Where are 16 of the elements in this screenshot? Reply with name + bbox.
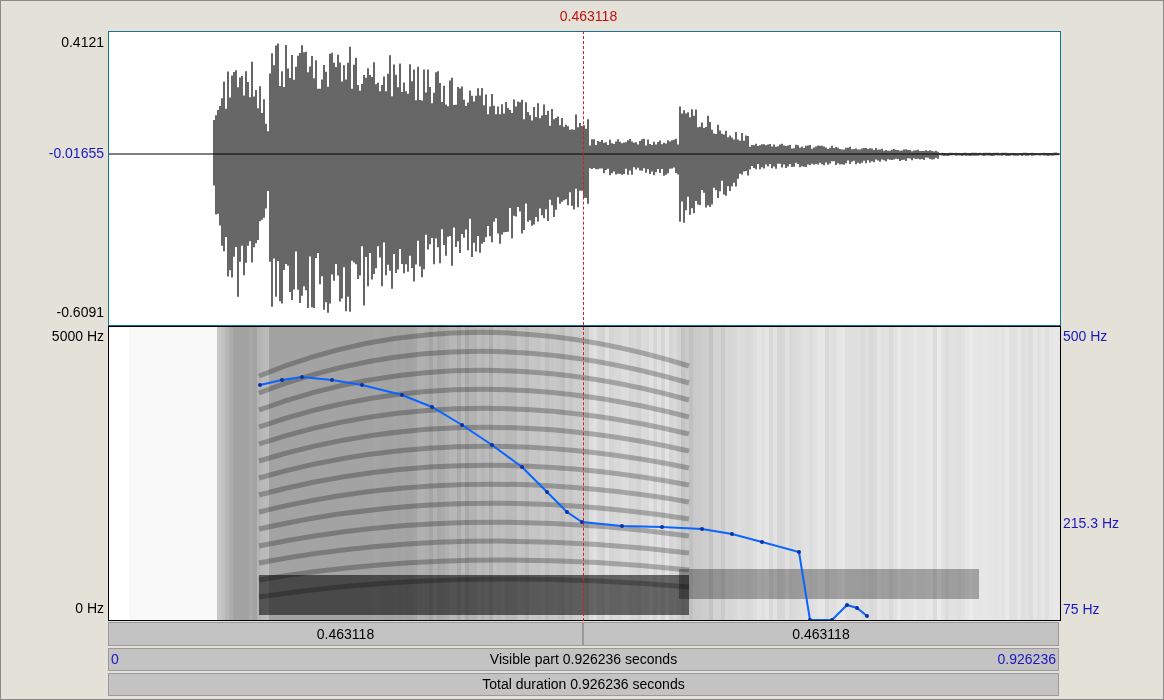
frequency-min-label: 0 Hz [75, 601, 104, 615]
amplitude-zero-label: -0.01655 [48, 146, 104, 160]
visible-part-label: Visible part 0.926236 seconds [489, 650, 678, 669]
time-segment-bar[interactable]: 0.463118 [108, 622, 583, 646]
amplitude-min-label: -0.6091 [56, 305, 104, 319]
pitch-max-label: 500 Hz [1063, 329, 1108, 343]
visible-part-bar[interactable]: 0 Visible part 0.926236 seconds 0.926236 [108, 648, 1059, 671]
time-segment-bar[interactable]: 0.463118 [583, 622, 1059, 646]
visible-start-time: 0 [111, 650, 120, 669]
visible-end-time: 0.926236 [996, 650, 1056, 669]
frequency-max-label: 5000 Hz [51, 329, 104, 343]
total-duration-bar[interactable]: Total duration 0.926236 seconds [108, 673, 1059, 696]
cursor-time: 0.463118 [559, 9, 618, 26]
pitch-mid-label: 215.3 Hz [1063, 516, 1120, 530]
amplitude-max-label: 0.4121 [61, 35, 104, 49]
pitch-min-label: 75 Hz [1063, 602, 1100, 616]
